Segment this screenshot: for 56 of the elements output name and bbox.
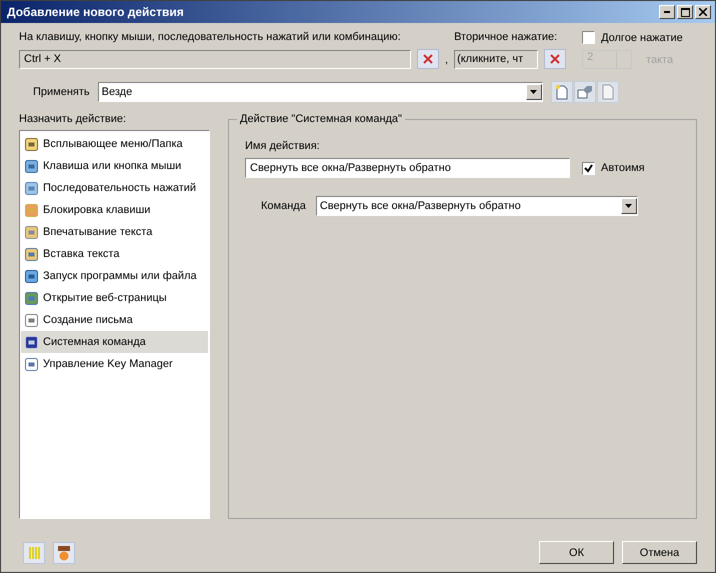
action-item[interactable]: Впечатывание текста: [21, 221, 208, 243]
maximize-icon: [680, 8, 690, 16]
secondary-field[interactable]: (кликните, чт: [454, 50, 538, 68]
clear-button[interactable]: [417, 49, 439, 69]
action-item[interactable]: Открытие веб-страницы: [21, 287, 208, 309]
action-item[interactable]: Всплывающее меню/Папка: [21, 133, 208, 155]
action-icon: [25, 204, 38, 216]
separator-text: ,: [445, 54, 448, 66]
coin-icon[interactable]: [53, 542, 75, 564]
apply-dropdown[interactable]: Везде: [98, 82, 543, 102]
action-icon: [25, 226, 38, 238]
hotkey-field[interactable]: Ctrl + X: [19, 50, 411, 68]
action-item[interactable]: Создание письма: [21, 309, 208, 331]
action-icon: [25, 138, 38, 150]
action-icon: [25, 314, 38, 326]
action-icon: [25, 292, 38, 304]
apply-label: Применять: [33, 86, 90, 98]
dropdown-arrow-icon: [530, 90, 538, 94]
clear-icon: [550, 54, 560, 64]
close-button[interactable]: [695, 5, 711, 19]
long-press-label: Долгое нажатие: [601, 32, 683, 44]
autoname-label: Автоимя: [601, 162, 645, 174]
action-item[interactable]: Последовательность нажатий: [21, 177, 208, 199]
dialog-button[interactable]: ОК: [539, 541, 614, 564]
dialog-button[interactable]: Отмена: [622, 541, 697, 564]
command-dropdown[interactable]: Свернуть все окна/Развернуть обратно: [316, 196, 638, 216]
minimize-button[interactable]: [659, 5, 675, 19]
clear-button[interactable]: [544, 49, 566, 69]
dropdown-arrow-icon: [625, 204, 632, 208]
name-field[interactable]: Свернуть все окна/Развернуть обратно: [245, 158, 570, 178]
group-title: Действие "Системная команда": [237, 113, 405, 125]
action-item[interactable]: Управление Key Manager: [21, 353, 208, 375]
action-item[interactable]: Клавиша или кнопка мыши: [21, 155, 208, 177]
action-icon: [25, 336, 38, 348]
minimize-icon: [664, 11, 670, 13]
new-document-icon[interactable]: [550, 81, 573, 103]
command-label: Команда: [261, 200, 306, 212]
window-title: Добавление нового действия: [7, 5, 184, 19]
secondary-label: Вторичное нажатие:: [454, 31, 558, 43]
name-label: Имя действия:: [245, 140, 321, 152]
action-item[interactable]: Системная команда: [21, 331, 208, 353]
action-icon: [25, 160, 38, 172]
close-icon: [699, 8, 707, 16]
action-item[interactable]: Блокировка клавиши: [21, 199, 208, 221]
maximize-button[interactable]: [677, 5, 693, 19]
action-icon: [25, 270, 38, 282]
actions-label: Назначить действие:: [19, 113, 128, 125]
action-item[interactable]: Вставка текста: [21, 243, 208, 265]
clear-icon: [423, 54, 433, 64]
autoname-checkbox[interactable]: [582, 162, 595, 174]
action-icon: [25, 182, 38, 194]
properties-icon[interactable]: [574, 81, 596, 103]
trigger-label: На клавишу, кнопку мыши, последовательность нажатий или комбинацию:: [19, 31, 402, 43]
action-icon: [25, 358, 38, 370]
action-item[interactable]: Запуск программы или файла: [21, 265, 208, 287]
action-icon: [25, 248, 38, 260]
